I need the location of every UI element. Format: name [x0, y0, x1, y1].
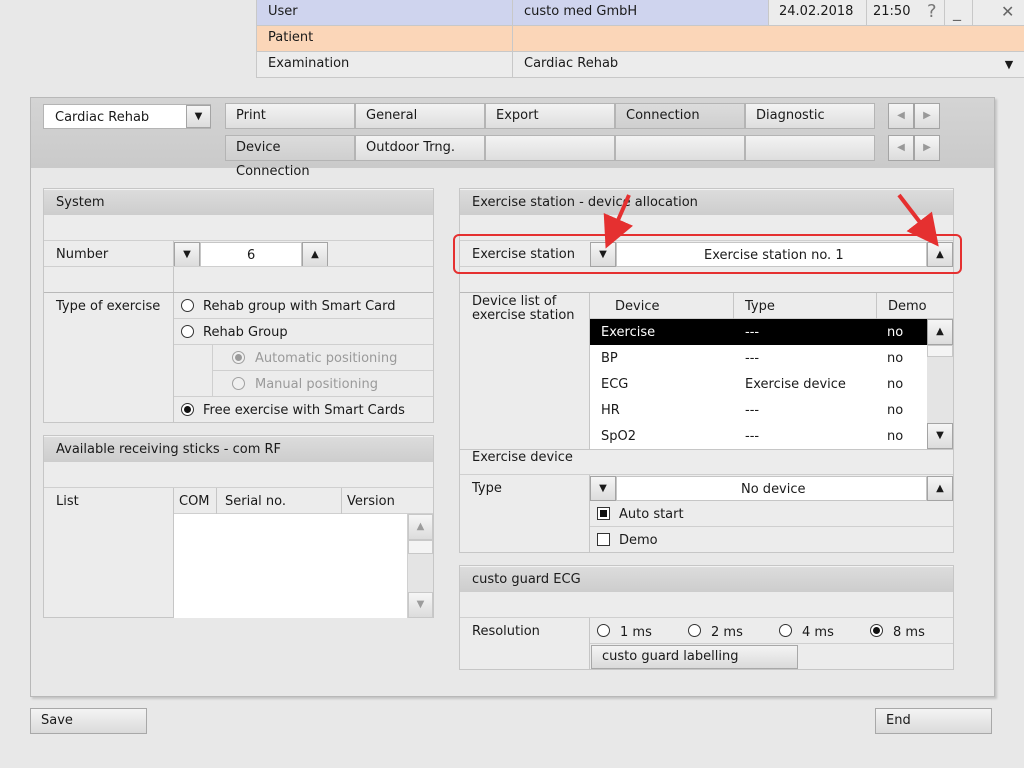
- resolution-label: Resolution: [472, 624, 540, 639]
- guard-title: custo guard ECG: [460, 566, 953, 592]
- resolution-1ms-radio[interactable]: [597, 624, 610, 637]
- resolution-2ms-label: 2 ms: [711, 625, 743, 640]
- spacer-row: [460, 592, 953, 618]
- end-button[interactable]: End: [875, 708, 992, 734]
- resolution-8ms-radio[interactable]: [870, 624, 883, 637]
- annotation-arrow-left: [603, 194, 634, 249]
- resolution-2ms-radio[interactable]: [688, 624, 701, 637]
- save-button[interactable]: Save: [30, 708, 147, 734]
- resolution-8ms-label: 8 ms: [893, 625, 925, 640]
- guard-section: custo guard ECG Resolution 1 ms 2 ms 4 m…: [459, 565, 954, 670]
- resolution-4ms-radio[interactable]: [779, 624, 792, 637]
- resolution-1ms-label: 1 ms: [620, 625, 652, 640]
- resolution-4ms-label: 4 ms: [802, 625, 834, 640]
- custo-guard-labelling-button[interactable]: custo guard labelling: [591, 645, 798, 669]
- annotation-arrow-right: [897, 193, 939, 247]
